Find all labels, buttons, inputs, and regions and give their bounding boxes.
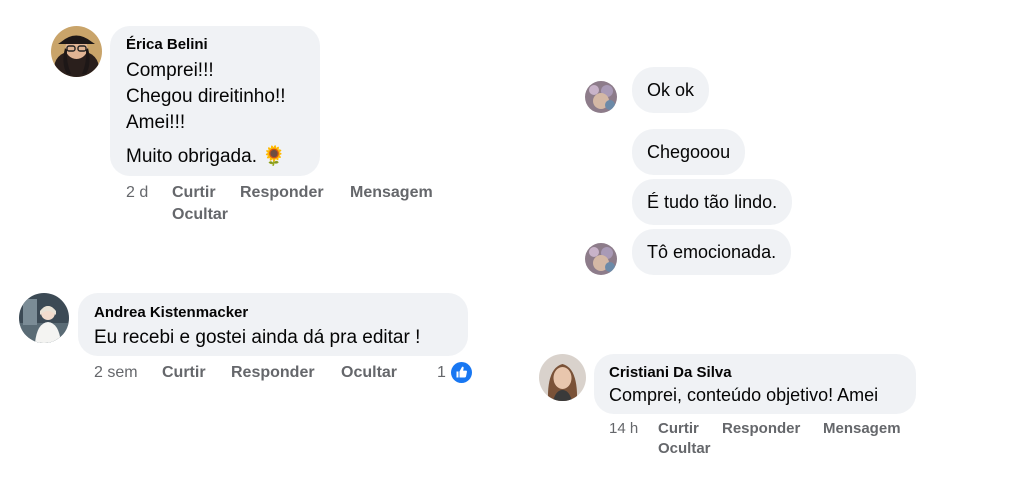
comment-timestamp[interactable]: 2 sem: [94, 364, 138, 382]
comment-text-line: Comprei, conteúdo objetivo! Amei: [609, 385, 879, 405]
chat-message: Chegooou: [632, 129, 746, 175]
chat-avatar-image: [585, 243, 617, 275]
chat-avatar[interactable]: [585, 243, 617, 275]
avatar-andrea-image: [19, 293, 69, 343]
reply-link[interactable]: Responder: [722, 420, 800, 437]
comment-author-cristiani[interactable]: Cristiani Da Silva: [609, 364, 732, 381]
reply-link[interactable]: Responder: [240, 184, 324, 202]
like-link[interactable]: Curtir: [162, 364, 206, 382]
avatar-erica-belini[interactable]: [51, 26, 102, 77]
comment-text-line: Muito obrigada. 🌻: [126, 146, 286, 167]
hide-link[interactable]: Ocultar: [172, 206, 228, 224]
message-link[interactable]: Mensagem: [823, 420, 901, 437]
chat-message: Tô emocionada.: [632, 229, 792, 275]
chat-avatar[interactable]: [585, 81, 617, 113]
comment-text-line: Comprei!!!: [126, 60, 214, 81]
comment-timestamp[interactable]: 14 h: [609, 420, 638, 437]
avatar-andrea-kistenmacker[interactable]: [19, 293, 69, 343]
chat-message: Ok ok: [632, 67, 710, 113]
hide-link[interactable]: Ocultar: [658, 440, 711, 457]
comment-text-line: Eu recebi e gostei ainda dá pra editar !: [94, 327, 421, 348]
like-link[interactable]: Curtir: [658, 420, 699, 437]
avatar-cristiani-image: [539, 354, 586, 401]
comment-text-line: Amei!!!: [126, 112, 186, 133]
comment-text-line: Chegou direitinho!!: [126, 86, 286, 107]
comment-timestamp[interactable]: 2 d: [126, 184, 148, 202]
avatar-cristiani-da-silva[interactable]: [539, 354, 586, 401]
reaction-count[interactable]: 1: [437, 364, 446, 382]
comment-author-erica[interactable]: Érica Belini: [126, 36, 208, 53]
avatar-erica-image: [51, 26, 102, 77]
message-link[interactable]: Mensagem: [350, 184, 433, 202]
like-link[interactable]: Curtir: [172, 184, 216, 202]
chat-avatar-image: [585, 81, 617, 113]
like-thumb-icon[interactable]: [451, 362, 472, 383]
chat-message: É tudo tão lindo.: [632, 179, 793, 225]
reply-link[interactable]: Responder: [231, 364, 315, 382]
hide-link[interactable]: Ocultar: [341, 364, 397, 382]
comment-author-andrea[interactable]: Andrea Kistenmacker: [94, 304, 248, 321]
